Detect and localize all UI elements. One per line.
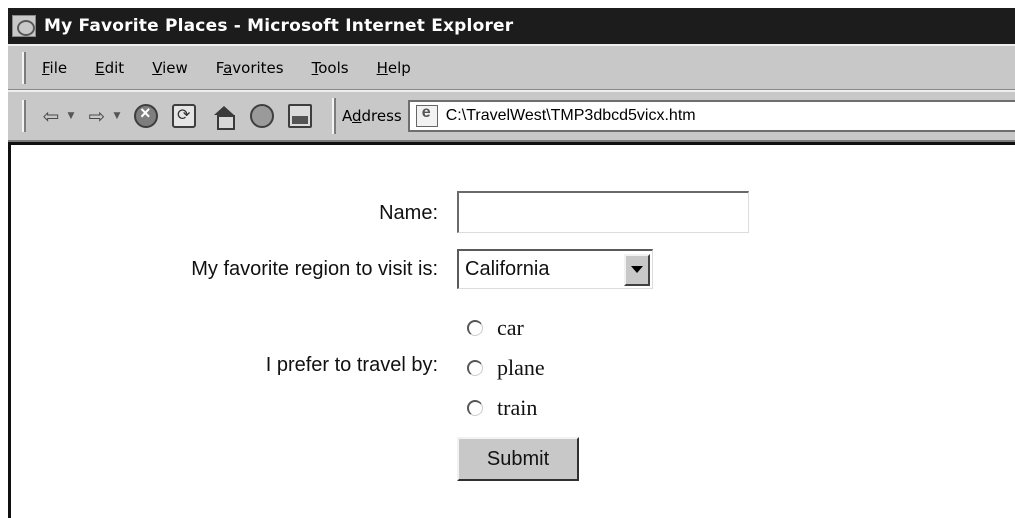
ie-app-icon[interactable] bbox=[12, 15, 36, 37]
dropdown-arrow-button[interactable] bbox=[624, 253, 650, 286]
address-input[interactable]: C:\TravelWest\TMP3dbcd5vicx.htm bbox=[446, 107, 696, 125]
name-label: Name: bbox=[379, 202, 438, 224]
region-label: My favorite region to visit is: bbox=[191, 258, 438, 280]
menu-help-accel: H bbox=[376, 58, 388, 77]
region-select[interactable]: California bbox=[457, 249, 653, 289]
radio-label-train: train bbox=[497, 395, 538, 420]
menu-tools[interactable]: Tools bbox=[308, 57, 353, 79]
page-icon bbox=[415, 104, 438, 127]
submit-button[interactable]: Submit bbox=[457, 437, 579, 481]
menu-bar-grip[interactable] bbox=[22, 51, 26, 84]
travel-option-plane[interactable]: plane bbox=[467, 355, 545, 381]
chevron-down-icon bbox=[631, 266, 643, 273]
menu-edit[interactable]: Edit bbox=[91, 57, 128, 79]
forward-arrow-icon[interactable]: ⇨ bbox=[84, 101, 110, 131]
menu-view-rest: iew bbox=[162, 58, 188, 77]
print-icon[interactable] bbox=[288, 104, 312, 128]
window-title: My Favorite Places - Microsoft Internet … bbox=[44, 16, 514, 36]
home-icon[interactable] bbox=[212, 104, 236, 130]
browser-window: My Favorite Places - Microsoft Internet … bbox=[0, 0, 1015, 518]
address-label-accel: d bbox=[352, 107, 362, 125]
refresh-icon[interactable] bbox=[172, 104, 196, 128]
search-icon[interactable] bbox=[250, 104, 274, 128]
toolbar: ⇦ ▼ ⇨ ▼ Address C:\TravelWest\TMP3dbcd5v… bbox=[8, 90, 1015, 142]
menu-file[interactable]: File bbox=[38, 57, 71, 79]
menu-file-rest: ile bbox=[49, 58, 68, 77]
address-label: Address bbox=[342, 107, 402, 125]
name-input[interactable] bbox=[457, 191, 749, 233]
radio-train[interactable] bbox=[467, 400, 483, 416]
menu-bar: File Edit View Favorites Tools Help bbox=[8, 44, 1015, 90]
back-dropdown-icon[interactable]: ▼ bbox=[64, 101, 78, 131]
address-label-rest: dress bbox=[361, 107, 402, 125]
menu-edit-rest: dit bbox=[104, 58, 125, 77]
menu-favorites-rest: vorites bbox=[232, 58, 284, 77]
radio-plane[interactable] bbox=[467, 360, 483, 376]
menu-view[interactable]: View bbox=[148, 57, 192, 79]
region-selected-value: California bbox=[465, 258, 550, 280]
radio-label-car: car bbox=[497, 315, 524, 340]
menu-edit-accel: E bbox=[95, 58, 105, 77]
travel-option-car[interactable]: car bbox=[467, 315, 524, 341]
toolbar-separator bbox=[332, 98, 336, 134]
address-label-pre: A bbox=[342, 107, 352, 125]
menu-file-accel: F bbox=[42, 58, 50, 77]
address-bar[interactable]: C:\TravelWest\TMP3dbcd5vicx.htm bbox=[407, 100, 1015, 132]
stop-icon[interactable] bbox=[134, 103, 158, 128]
toolbar-grip[interactable] bbox=[22, 100, 26, 132]
travel-label: I prefer to travel by: bbox=[265, 354, 438, 376]
radio-label-plane: plane bbox=[497, 355, 545, 380]
forward-dropdown-icon[interactable]: ▼ bbox=[110, 101, 124, 131]
menu-view-accel: V bbox=[152, 58, 163, 77]
menu-favorites-accel: a bbox=[223, 58, 233, 77]
menu-help[interactable]: Help bbox=[373, 57, 415, 79]
radio-car[interactable] bbox=[467, 320, 483, 336]
title-bar[interactable]: My Favorite Places - Microsoft Internet … bbox=[8, 8, 1015, 44]
menu-favorites-pre: F bbox=[215, 58, 224, 77]
travel-option-train[interactable]: train bbox=[467, 395, 537, 421]
menu-tools-rest: ools bbox=[318, 58, 349, 77]
menu-favorites[interactable]: Favorites bbox=[212, 57, 288, 79]
page-content: Name: My favorite region to visit is: Ca… bbox=[8, 142, 1015, 518]
menu-help-rest: elp bbox=[387, 58, 411, 77]
back-arrow-icon[interactable]: ⇦ bbox=[38, 101, 64, 131]
